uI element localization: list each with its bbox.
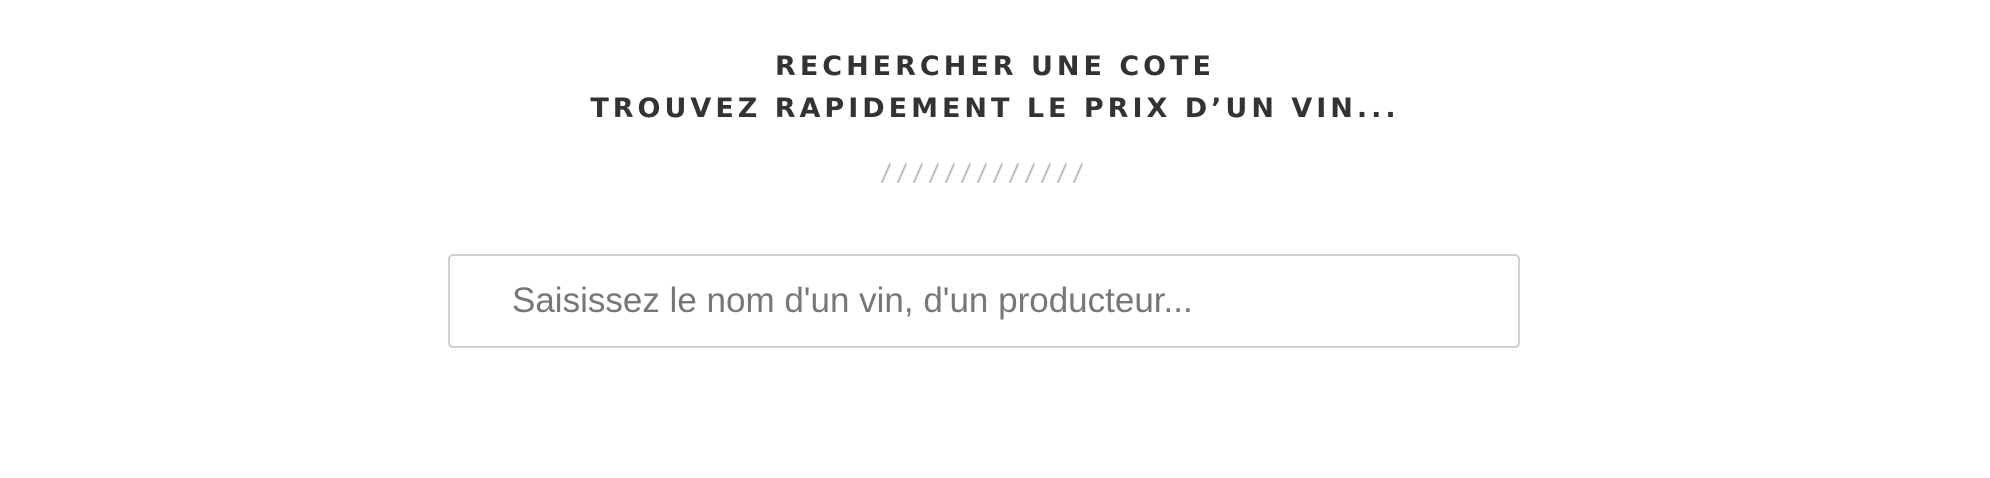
page-subtitle: TROUVEZ RAPIDEMENT LE PRIX D’UN VIN... [590,93,1400,124]
search-section: RECHERCHER UNE COTE TROUVEZ RAPIDEMENT L… [0,0,1990,478]
search-field[interactable] [448,254,1520,348]
search-input[interactable] [450,256,1518,346]
page-title: RECHERCHER UNE COTE [775,51,1215,82]
diagonal-lines-divider-icon [881,163,1083,183]
